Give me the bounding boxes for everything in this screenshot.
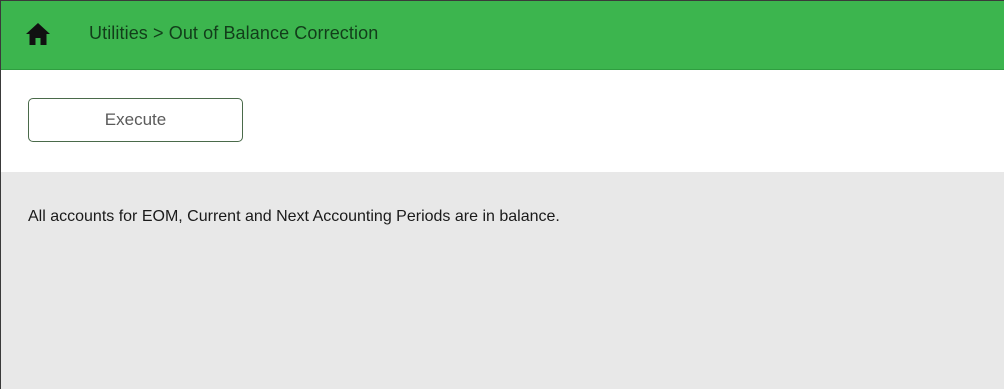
toolbar: Execute: [1, 70, 1004, 172]
breadcrumb: Utilities > Out of Balance Correction: [89, 23, 379, 43]
home-icon[interactable]: [25, 22, 51, 46]
header-bar: Utilities > Out of Balance Correction: [1, 1, 1004, 70]
execute-button[interactable]: Execute: [28, 98, 243, 142]
status-message: All accounts for EOM, Current and Next A…: [28, 208, 560, 225]
app-window: Utilities > Out of Balance Correction Ex…: [0, 0, 1004, 389]
content-panel: All accounts for EOM, Current and Next A…: [1, 172, 1004, 389]
